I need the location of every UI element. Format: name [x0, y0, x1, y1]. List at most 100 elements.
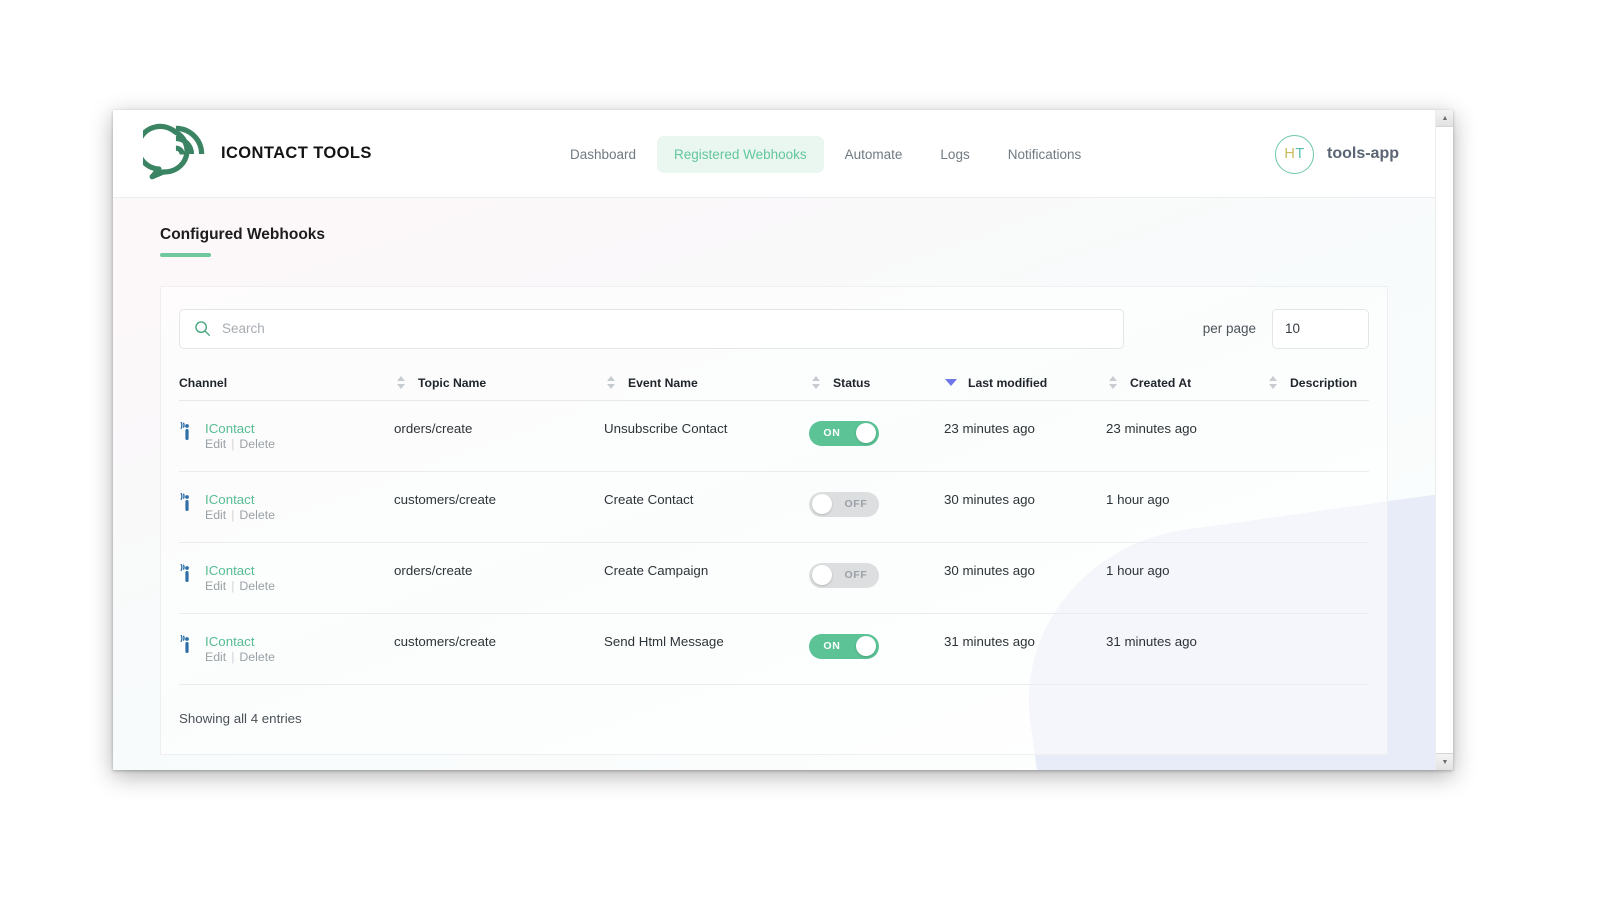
cell-event-name: Unsubscribe Contact: [604, 400, 809, 472]
column-header-description[interactable]: Description: [1266, 366, 1369, 401]
page-title: Configured Webhooks: [160, 226, 326, 243]
brand-title: ICONTACT TOOLS: [221, 144, 372, 162]
column-header-channel[interactable]: Channel: [179, 366, 394, 401]
delete-link[interactable]: Delete: [239, 508, 275, 522]
user-name: tools-app: [1327, 145, 1399, 162]
status-toggle[interactable]: OFF: [809, 562, 879, 588]
table-row: IContact Edit | Delete customers/create Send …: [179, 613, 1369, 685]
page-body: Configured Webhooks per page: [113, 198, 1435, 755]
cell-last-modified: 30 minutes ago: [944, 471, 1106, 543]
broadcast-contact-icon: [180, 421, 189, 440]
column-header-channel-label: Channel: [179, 375, 228, 390]
cell-channel: IContact Edit | Delete: [179, 471, 394, 543]
webhooks-table: Channel Topic Name Event Name Status Las…: [179, 366, 1369, 685]
column-header-last-modified[interactable]: Last modified: [944, 366, 1106, 401]
cell-channel: IContact Edit | Delete: [179, 400, 394, 472]
row-actions: Edit | Delete: [205, 508, 275, 522]
per-page-control: per page: [1203, 308, 1369, 349]
per-page-input[interactable]: [1272, 308, 1369, 349]
sort-icon-topic-name[interactable]: [604, 376, 618, 389]
action-separator: |: [231, 578, 235, 593]
cell-description: [1266, 613, 1369, 685]
app-header: ICONTACT TOOLS Dashboard Registered Webh…: [113, 110, 1435, 198]
column-header-event-name-label: Event Name: [628, 375, 698, 390]
row-actions: Edit | Delete: [205, 650, 275, 664]
page-title-block: Configured Webhooks: [160, 226, 325, 257]
edit-link[interactable]: Edit: [205, 579, 226, 593]
table-head: Channel Topic Name Event Name Status Las…: [179, 366, 1369, 401]
edit-link[interactable]: Edit: [205, 437, 226, 451]
toggle-knob: [856, 636, 876, 656]
cell-topic-name: orders/create: [394, 400, 604, 472]
nav-item-registered-webhooks[interactable]: Registered Webhooks: [657, 135, 824, 173]
status-toggle-label: ON: [823, 427, 841, 439]
cell-status: ON: [809, 400, 944, 472]
cell-created-at: 23 minutes ago: [1106, 400, 1266, 472]
delete-link[interactable]: Delete: [239, 437, 275, 451]
page-viewport: ICONTACT TOOLS Dashboard Registered Webh…: [113, 110, 1435, 770]
nav-item-dashboard[interactable]: Dashboard: [553, 136, 653, 173]
cell-event-name: Send Html Message: [604, 613, 809, 685]
nav-item-logs[interactable]: Logs: [923, 136, 986, 173]
column-header-topic-name[interactable]: Topic Name: [394, 366, 604, 401]
sort-icon-created-at[interactable]: [1266, 376, 1280, 389]
cell-topic-name: customers/create: [394, 471, 604, 543]
broadcast-contact-icon: [180, 634, 189, 653]
user-menu[interactable]: HT tools-app: [1275, 110, 1399, 198]
table-row: IContact Edit | Delete orders/create Unsubscr…: [179, 400, 1369, 472]
status-toggle[interactable]: OFF: [809, 491, 879, 517]
table-footer: Showing all 4 entries: [179, 710, 302, 726]
search-box[interactable]: [179, 308, 1124, 349]
status-toggle[interactable]: ON: [809, 420, 879, 446]
avatar-initial-second: T: [1295, 146, 1305, 162]
channel-link[interactable]: IContact: [205, 563, 275, 578]
status-toggle[interactable]: ON: [809, 633, 879, 659]
sort-icon-event-name[interactable]: [809, 376, 823, 389]
avatar-initial-first: H: [1284, 146, 1296, 162]
nav-item-notifications[interactable]: Notifications: [991, 136, 1099, 173]
action-separator: |: [231, 507, 235, 522]
delete-link[interactable]: Delete: [239, 579, 275, 593]
page-title-underline: [160, 253, 211, 257]
channel-link[interactable]: IContact: [205, 421, 275, 436]
scroll-up-arrow[interactable]: ▲: [1436, 110, 1453, 127]
cell-channel: IContact Edit | Delete: [179, 542, 394, 614]
table-header-row: Channel Topic Name Event Name Status Las…: [179, 366, 1369, 401]
scroll-down-arrow[interactable]: ▼: [1436, 753, 1453, 770]
column-header-topic-name-label: Topic Name: [418, 375, 487, 390]
column-header-status-label: Status: [833, 375, 871, 390]
toggle-knob: [812, 494, 832, 514]
search-input[interactable]: [222, 321, 1109, 336]
broadcast-contact-icon: [180, 492, 189, 511]
sort-icon-channel[interactable]: [394, 376, 408, 389]
toggle-knob: [856, 423, 876, 443]
cell-event-name: Create Contact: [604, 471, 809, 543]
broadcast-contact-icon: [180, 563, 189, 582]
vertical-scrollbar[interactable]: ▲ ▼: [1435, 110, 1453, 770]
cell-description: [1266, 542, 1369, 614]
row-actions: Edit | Delete: [205, 579, 275, 593]
webhooks-card: per page Channel T: [160, 285, 1388, 755]
cell-status: OFF: [809, 471, 944, 543]
cell-description: [1266, 400, 1369, 472]
sort-icon-last-modified[interactable]: [1106, 376, 1120, 389]
column-header-status[interactable]: Status: [809, 366, 944, 401]
avatar[interactable]: HT: [1275, 134, 1314, 174]
cell-topic-name: customers/create: [394, 613, 604, 685]
column-header-event-name[interactable]: Event Name: [604, 366, 809, 401]
edit-link[interactable]: Edit: [205, 508, 226, 522]
column-header-created-at[interactable]: Created At: [1106, 366, 1266, 401]
column-header-created-at-label: Created At: [1130, 375, 1192, 390]
brand[interactable]: ICONTACT TOOLS: [143, 123, 372, 185]
channel-link[interactable]: IContact: [205, 634, 275, 649]
column-header-description-label: Description: [1290, 375, 1358, 390]
nav-item-automate[interactable]: Automate: [828, 136, 920, 173]
edit-link[interactable]: Edit: [205, 650, 226, 664]
action-separator: |: [231, 649, 235, 664]
cell-topic-name: orders/create: [394, 542, 604, 614]
cell-description: [1266, 471, 1369, 543]
cell-event-name: Create Campaign: [604, 542, 809, 614]
channel-link[interactable]: IContact: [205, 492, 275, 507]
sort-icon-status-desc[interactable]: [944, 379, 958, 386]
delete-link[interactable]: Delete: [239, 650, 275, 664]
